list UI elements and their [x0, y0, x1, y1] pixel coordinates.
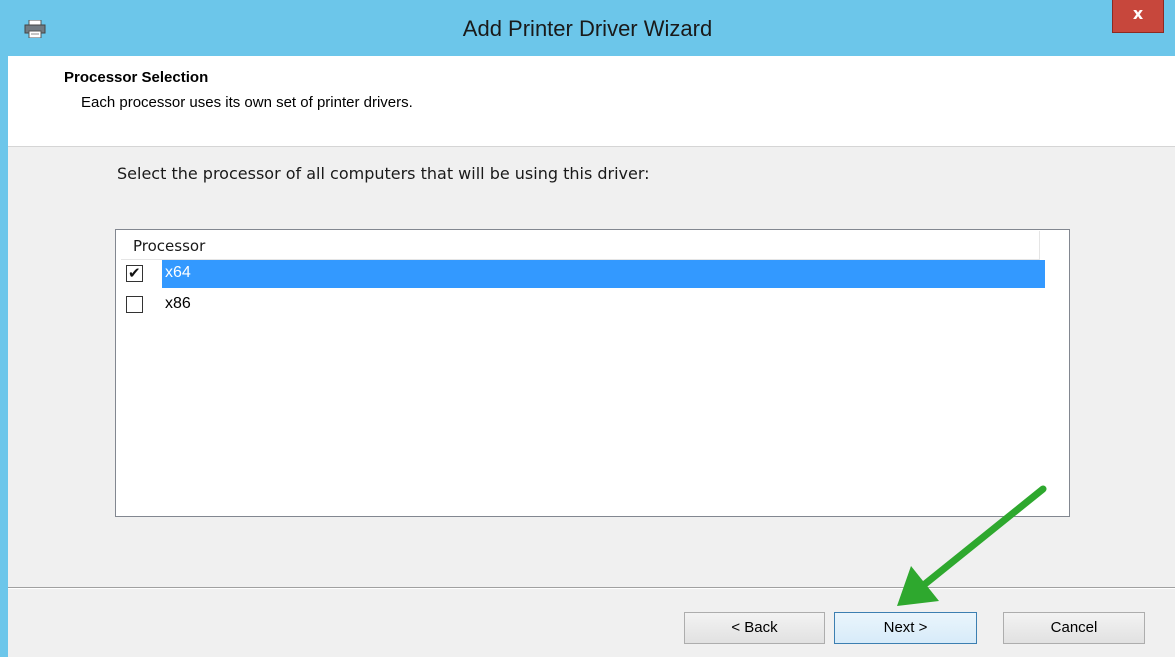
list-item-label: x86	[165, 295, 191, 312]
column-header-processor[interactable]: Processor	[121, 231, 1040, 260]
back-button[interactable]: < Back	[684, 612, 825, 644]
close-button[interactable]: x	[1112, 0, 1164, 33]
column-header-label: Processor	[133, 237, 206, 255]
button-separator	[8, 587, 1175, 589]
page-title: Processor Selection	[64, 69, 209, 86]
checkbox-x64[interactable]: ✔	[126, 264, 143, 282]
wizard-header: Processor Selection Each processor uses …	[8, 56, 1175, 147]
window-title: Add Printer Driver Wizard	[462, 16, 713, 41]
list-item-label: x64	[165, 264, 191, 281]
processor-list[interactable]: Processor ✔ x64 x86	[115, 229, 1070, 517]
checkmark-icon: ✔	[128, 264, 141, 282]
cancel-button[interactable]: Cancel	[1003, 612, 1145, 644]
next-button[interactable]: Next >	[834, 612, 977, 644]
list-item-x86[interactable]: x86	[121, 291, 1045, 319]
selection-highlight	[162, 260, 1045, 288]
list-item-x64[interactable]: ✔ x64	[121, 260, 1045, 288]
checkbox-x86[interactable]	[126, 296, 143, 313]
title-bar[interactable]: Add Printer Driver Wizard x	[0, 0, 1175, 56]
close-icon: x	[1132, 4, 1144, 23]
wizard-client-area: Processor Selection Each processor uses …	[8, 56, 1175, 657]
wizard-window: Add Printer Driver Wizard x Processor Se…	[0, 0, 1175, 657]
page-subtitle: Each processor uses its own set of print…	[81, 94, 413, 111]
instruction-text: Select the processor of all computers th…	[117, 164, 650, 183]
